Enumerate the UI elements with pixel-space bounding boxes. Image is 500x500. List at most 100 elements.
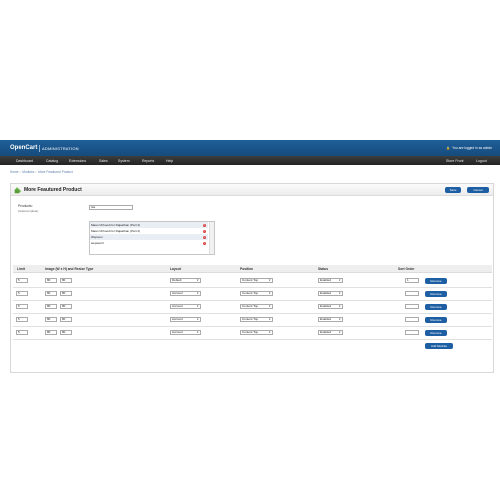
chevron-down-icon: ▼ [196, 331, 199, 334]
chevron-down-icon: ▼ [338, 331, 341, 334]
product-list-scrollbar[interactable] [209, 222, 214, 254]
remove-module-button[interactable]: Remove [425, 304, 447, 310]
status-select[interactable]: Enabled ▼ [318, 304, 343, 309]
position-select-value: Content Top [242, 330, 259, 334]
position-select[interactable]: Content Top ▼ [240, 317, 273, 322]
limit-input[interactable]: 5 [16, 330, 28, 335]
table-header: Limit Image (W x H) and Resize Type Layo… [13, 265, 492, 273]
product-item: wepsem2 × [90, 240, 208, 246]
status-select[interactable]: Enabled ▼ [318, 291, 343, 296]
image-height-input[interactable]: 80 [60, 291, 72, 296]
image-height-input[interactable]: 80 [60, 304, 72, 309]
save-button[interactable]: Save [445, 187, 461, 193]
chevron-down-icon: ▼ [196, 292, 199, 295]
status-select[interactable]: Enabled ▼ [318, 278, 343, 283]
cancel-button[interactable]: Cancel [467, 187, 489, 193]
column-header: Position [240, 267, 254, 271]
status-select-value: Enabled [320, 330, 332, 334]
image-height-input[interactable]: 80 [60, 317, 72, 322]
image-width-input[interactable]: 80 [45, 317, 57, 322]
product-item-label: wepsem2 [91, 241, 104, 245]
menu-logout[interactable]: Logout [476, 159, 487, 163]
image-width-input[interactable]: 80 [45, 304, 57, 309]
remove-module-button[interactable]: Remove [425, 317, 447, 323]
main-menu: Dashboard Catalog Extensions Sales Syste… [0, 156, 500, 165]
chevron-down-icon: ▼ [338, 292, 341, 295]
remove-circle-icon[interactable]: × [202, 241, 206, 245]
chevron-down-icon: ▼ [268, 279, 271, 282]
menu-store-front[interactable]: Store Front [446, 159, 464, 163]
sort-order-input[interactable] [405, 317, 419, 322]
remove-circle-icon[interactable]: × [202, 229, 206, 233]
add-module-button[interactable]: Add Module [425, 343, 453, 349]
page-title: More Feautured Product [24, 187, 82, 193]
limit-input[interactable]: 5 [16, 304, 28, 309]
image-width-input[interactable]: 80 [45, 278, 57, 283]
remove-module-button[interactable]: Remove [425, 330, 447, 336]
sort-order-input[interactable] [405, 304, 419, 309]
login-text: You are logged in as admin [452, 146, 492, 150]
chevron-down-icon: ▼ [196, 318, 199, 321]
menu-extensions[interactable]: Extensions [69, 159, 86, 163]
remove-circle-icon[interactable]: × [202, 235, 206, 239]
position-select[interactable]: Content Top ▼ [240, 304, 273, 309]
panel-heading: More Feautured Product Save Cancel [11, 184, 493, 196]
position-select[interactable]: Content Top ▼ [240, 278, 273, 283]
status-select[interactable]: Enabled ▼ [318, 317, 343, 322]
status-select[interactable]: Enabled ▼ [318, 330, 343, 335]
menu-catalog[interactable]: Catalog [46, 159, 58, 163]
table-row: 5 80 80 Account ▼ Content Top ▼ Enabled ▼ R… [13, 288, 492, 301]
product-autocomplete-input[interactable]: Isa [89, 205, 133, 210]
layout-select[interactable]: Account ▼ [170, 330, 201, 335]
breadcrumb-current[interactable]: More Feautured Product [38, 170, 73, 174]
menu-sales[interactable]: Sales [99, 159, 108, 163]
chevron-down-icon: ▼ [196, 279, 199, 282]
remove-circle-icon[interactable]: × [202, 223, 206, 227]
image-width-input[interactable]: 80 [45, 330, 57, 335]
table-row: 5 80 80 Default ▼ Content Top ▼ Enabled ▼ 1… [13, 275, 492, 288]
menu-dashboard[interactable]: Dashboard [16, 159, 33, 163]
layout-select[interactable]: Account ▼ [170, 304, 201, 309]
table-row: 5 80 80 Account ▼ Content Top ▼ Enabled ▼ R… [13, 314, 492, 327]
layout-select-value: Account [172, 317, 183, 321]
breadcrumb-home[interactable]: Home [10, 170, 19, 174]
chevron-down-icon: ▼ [338, 318, 341, 321]
position-select-value: Content Top [242, 278, 259, 282]
limit-input[interactable]: 5 [16, 317, 28, 322]
breadcrumb-separator: :: [35, 170, 38, 174]
image-height-input[interactable]: 80 [60, 330, 72, 335]
menu-help[interactable]: Help [166, 159, 173, 163]
layout-select[interactable]: Account ▼ [170, 317, 201, 322]
chevron-down-icon: ▼ [338, 305, 341, 308]
column-header: Sort Order [398, 267, 415, 271]
status-select-value: Enabled [320, 317, 332, 321]
products-label: Products: [18, 204, 33, 208]
brand-logo[interactable]: OpenCart [10, 145, 37, 151]
remove-module-button[interactable]: Remove [425, 278, 447, 284]
breadcrumb-modules[interactable]: Modules [22, 170, 34, 174]
status-select-value: Enabled [320, 304, 332, 308]
chevron-down-icon: ▼ [268, 292, 271, 295]
layout-select[interactable]: Default ▼ [170, 278, 201, 283]
product-item-label: Maan Chhoodi for Rajasthan (Part 3) [91, 223, 141, 227]
image-width-input[interactable]: 80 [45, 291, 57, 296]
limit-input[interactable]: 5 [16, 291, 28, 296]
image-height-input[interactable]: 80 [60, 278, 72, 283]
sort-order-input[interactable] [405, 330, 419, 335]
chevron-down-icon: ▼ [196, 305, 199, 308]
column-header: Limit [17, 267, 25, 271]
sort-order-input[interactable] [405, 291, 419, 296]
menu-system[interactable]: System [118, 159, 130, 163]
status-select-value: Enabled [320, 291, 332, 295]
position-select[interactable]: Content Top ▼ [240, 330, 273, 335]
remove-module-button[interactable]: Remove [425, 291, 447, 297]
limit-input[interactable]: 5 [16, 278, 28, 283]
lock-icon: 🔒 [446, 146, 451, 150]
products-help: (Autocomplete) [18, 209, 39, 213]
position-select[interactable]: Content Top ▼ [240, 291, 273, 296]
menu-reports[interactable]: Reports [142, 159, 154, 163]
layout-select[interactable]: Account ▼ [170, 291, 201, 296]
sort-order-input[interactable]: 1 [405, 278, 419, 283]
position-select-value: Content Top [242, 317, 259, 321]
column-header: Image (W x H) and Resize Type [45, 267, 94, 271]
